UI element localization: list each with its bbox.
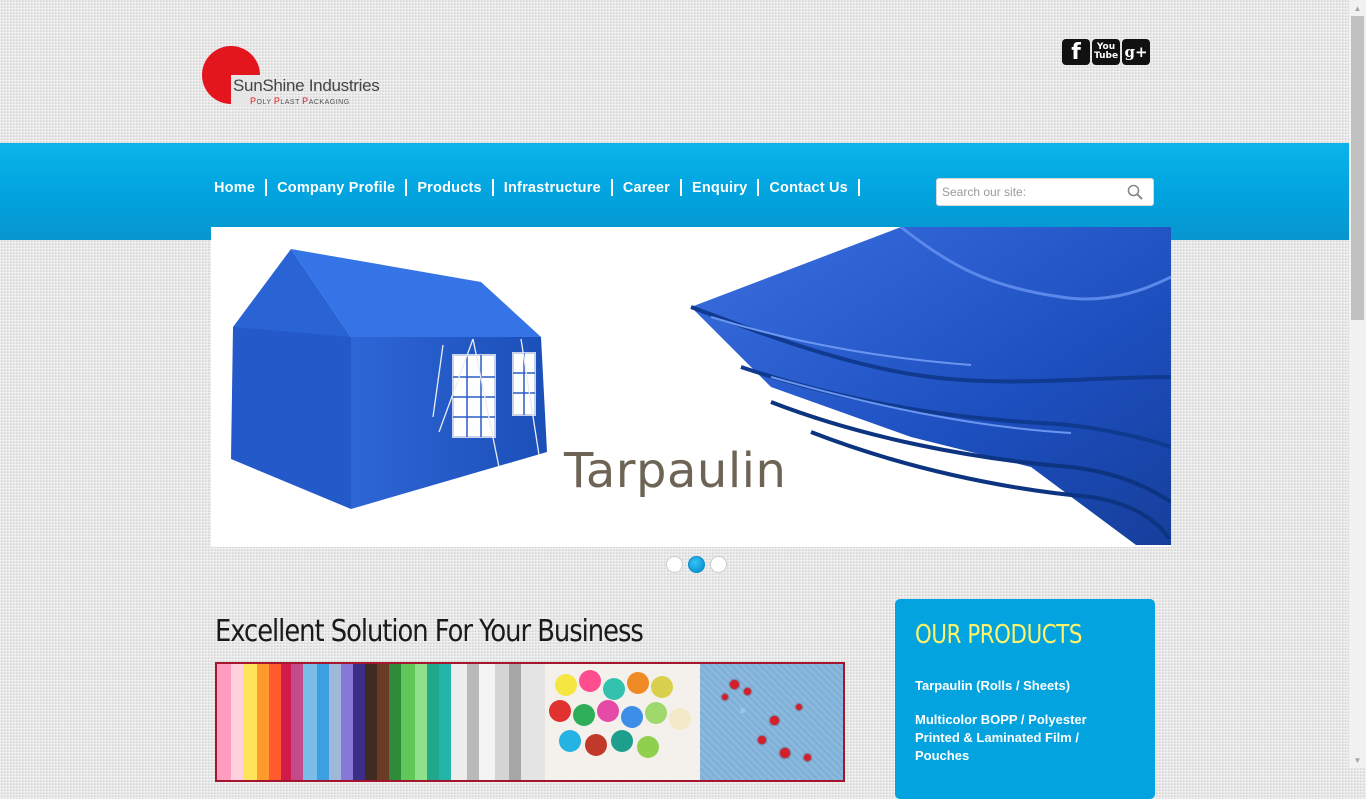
drop <box>770 716 779 725</box>
slider-dot-1[interactable] <box>666 556 683 573</box>
list-item: Multicolor BOPP / Polyester Printed & La… <box>915 711 1115 765</box>
nav-divider <box>405 179 408 196</box>
product-link-bopp-film[interactable]: Multicolor BOPP / Polyester Printed & La… <box>915 712 1087 763</box>
products-collage-image <box>215 662 845 782</box>
nav-divider <box>610 179 613 196</box>
tarpaulin-slide-image <box>231 227 1171 545</box>
nav-divider <box>857 179 860 196</box>
drop <box>730 680 739 689</box>
nav-divider <box>491 179 494 196</box>
nav-item-infrastructure[interactable]: Infrastructure <box>504 180 601 196</box>
roll <box>555 674 577 696</box>
water-drops-fabric-image <box>700 664 843 780</box>
list-item: Tarpaulin (Rolls / Sheets) <box>915 677 1115 695</box>
roll <box>611 730 633 752</box>
roll <box>621 706 643 728</box>
nav-divider <box>757 179 760 196</box>
nav-item-company-profile[interactable]: Company Profile <box>277 180 395 196</box>
slider-dot-3[interactable] <box>710 556 727 573</box>
drop <box>780 748 790 758</box>
logo-tagline-text: POLY PLAST PACKAGING <box>250 96 350 106</box>
nav-divider <box>265 179 268 196</box>
scrollbar-thumb[interactable] <box>1351 16 1364 320</box>
product-link-tarpaulin[interactable]: Tarpaulin (Rolls / Sheets) <box>915 678 1070 693</box>
nav-item-home[interactable]: Home <box>214 180 255 196</box>
drop <box>758 736 766 744</box>
tent-illustration <box>231 249 547 509</box>
google-plus-icon[interactable]: g+ <box>1122 39 1150 65</box>
our-products-title: OUR PRODUCTS <box>915 620 1082 650</box>
youtube-icon[interactable]: You Tube <box>1092 39 1120 65</box>
roll <box>651 676 673 698</box>
logo-name: SunShine Industries <box>233 76 380 95</box>
site-logo[interactable]: SunShine Industries POLY PLAST PACKAGING <box>201 45 401 115</box>
tagline-rest: LAST <box>280 99 303 106</box>
main-nav: Home Company Profile Products Infrastruc… <box>214 179 870 196</box>
social-links: f You Tube g+ <box>1062 39 1150 65</box>
facebook-glyph: f <box>1071 39 1081 65</box>
fabric-rolls-image <box>545 664 700 780</box>
roll <box>559 730 581 752</box>
drop <box>722 694 728 700</box>
nav-item-career[interactable]: Career <box>623 180 670 196</box>
nav-item-contact-us[interactable]: Contact Us <box>769 180 848 196</box>
tagline-rest: OLY <box>256 99 274 106</box>
drop <box>796 704 802 710</box>
fabric-swatches-image <box>217 664 545 780</box>
roll <box>603 678 625 700</box>
slider-pagination <box>666 556 727 573</box>
roll <box>549 700 571 722</box>
search-input[interactable] <box>937 179 1117 205</box>
roll <box>669 708 691 730</box>
site-search <box>936 178 1154 206</box>
drop <box>804 754 811 761</box>
roll <box>627 672 649 694</box>
youtube-glyph-bottom: Tube <box>1093 51 1119 61</box>
slider-dot-2[interactable] <box>688 556 705 573</box>
logo-tagline: POLY PLAST PACKAGING <box>250 96 350 106</box>
search-icon[interactable] <box>1127 184 1143 200</box>
products-list: Tarpaulin (Rolls / Sheets) Multicolor BO… <box>915 677 1115 781</box>
tagline-rest: ACKAGING <box>308 99 350 106</box>
slide-caption: Tarpaulin <box>564 443 787 499</box>
nav-item-enquiry[interactable]: Enquiry <box>692 180 747 196</box>
facebook-icon[interactable]: f <box>1062 39 1090 65</box>
google-plus-glyph: g+ <box>1124 43 1148 61</box>
roll <box>645 702 667 724</box>
drop <box>744 688 751 695</box>
roll <box>597 700 619 722</box>
scroll-down-arrow-icon[interactable]: ▼ <box>1349 752 1366 768</box>
nav-item-products[interactable]: Products <box>417 180 481 196</box>
nav-divider <box>680 179 682 196</box>
roll <box>585 734 607 756</box>
our-products-panel: OUR PRODUCTS Tarpaulin (Rolls / Sheets) … <box>895 599 1155 799</box>
roll <box>573 704 595 726</box>
page-headline: Excellent Solution For Your Business <box>215 614 644 649</box>
hero-slider[interactable]: Tarpaulin <box>211 227 1171 547</box>
scroll-up-arrow-icon[interactable]: ▲ <box>1349 0 1366 16</box>
roll <box>579 670 601 692</box>
roll <box>637 736 659 758</box>
page-scrollbar[interactable]: ▲ ▼ <box>1349 0 1366 768</box>
